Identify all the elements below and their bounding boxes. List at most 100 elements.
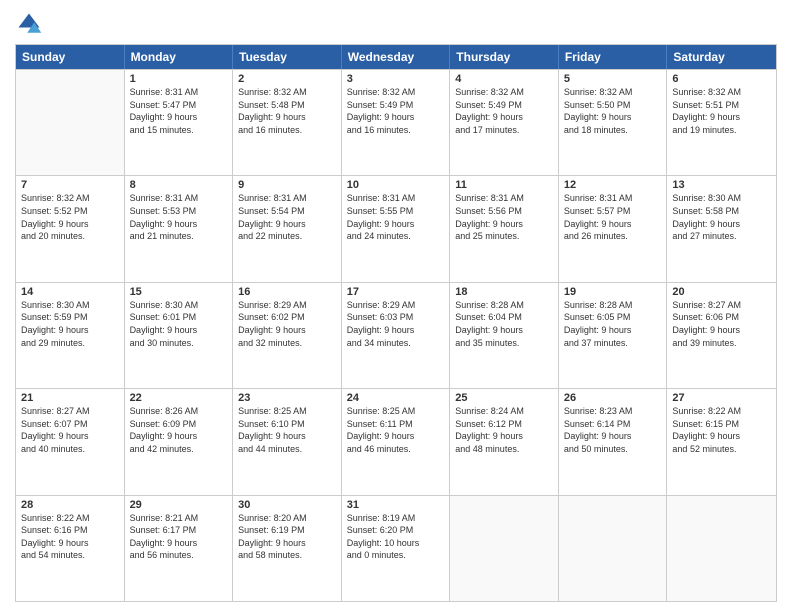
day-number: 8 xyxy=(130,179,228,191)
calendar-cell: 19Sunrise: 8:28 AM Sunset: 6:05 PM Dayli… xyxy=(559,283,668,388)
cell-content: Sunrise: 8:31 AM Sunset: 5:57 PM Dayligh… xyxy=(564,192,662,242)
calendar-week-row: 1Sunrise: 8:31 AM Sunset: 5:47 PM Daylig… xyxy=(16,69,776,175)
cell-content: Sunrise: 8:32 AM Sunset: 5:48 PM Dayligh… xyxy=(238,86,336,136)
day-number: 6 xyxy=(672,73,771,85)
cell-content: Sunrise: 8:29 AM Sunset: 6:02 PM Dayligh… xyxy=(238,299,336,349)
calendar-cell: 7Sunrise: 8:32 AM Sunset: 5:52 PM Daylig… xyxy=(16,176,125,281)
cell-content: Sunrise: 8:31 AM Sunset: 5:54 PM Dayligh… xyxy=(238,192,336,242)
cell-content: Sunrise: 8:31 AM Sunset: 5:47 PM Dayligh… xyxy=(130,86,228,136)
day-number: 15 xyxy=(130,286,228,298)
calendar-cell xyxy=(16,70,125,175)
calendar-header: SundayMondayTuesdayWednesdayThursdayFrid… xyxy=(16,45,776,69)
day-number: 27 xyxy=(672,392,771,404)
cell-content: Sunrise: 8:23 AM Sunset: 6:14 PM Dayligh… xyxy=(564,405,662,455)
calendar-cell: 9Sunrise: 8:31 AM Sunset: 5:54 PM Daylig… xyxy=(233,176,342,281)
cell-content: Sunrise: 8:31 AM Sunset: 5:56 PM Dayligh… xyxy=(455,192,553,242)
cell-content: Sunrise: 8:27 AM Sunset: 6:06 PM Dayligh… xyxy=(672,299,771,349)
day-number: 19 xyxy=(564,286,662,298)
calendar-body: 1Sunrise: 8:31 AM Sunset: 5:47 PM Daylig… xyxy=(16,69,776,601)
day-number: 21 xyxy=(21,392,119,404)
cell-content: Sunrise: 8:20 AM Sunset: 6:19 PM Dayligh… xyxy=(238,512,336,562)
cell-content: Sunrise: 8:29 AM Sunset: 6:03 PM Dayligh… xyxy=(347,299,445,349)
calendar-cell: 12Sunrise: 8:31 AM Sunset: 5:57 PM Dayli… xyxy=(559,176,668,281)
day-number: 16 xyxy=(238,286,336,298)
calendar-cell: 2Sunrise: 8:32 AM Sunset: 5:48 PM Daylig… xyxy=(233,70,342,175)
calendar-cell: 24Sunrise: 8:25 AM Sunset: 6:11 PM Dayli… xyxy=(342,389,451,494)
calendar-cell: 4Sunrise: 8:32 AM Sunset: 5:49 PM Daylig… xyxy=(450,70,559,175)
calendar-week-row: 28Sunrise: 8:22 AM Sunset: 6:16 PM Dayli… xyxy=(16,495,776,601)
cell-content: Sunrise: 8:31 AM Sunset: 5:53 PM Dayligh… xyxy=(130,192,228,242)
day-header: Sunday xyxy=(16,45,125,69)
day-number: 13 xyxy=(672,179,771,191)
calendar-cell: 22Sunrise: 8:26 AM Sunset: 6:09 PM Dayli… xyxy=(125,389,234,494)
cell-content: Sunrise: 8:32 AM Sunset: 5:50 PM Dayligh… xyxy=(564,86,662,136)
cell-content: Sunrise: 8:21 AM Sunset: 6:17 PM Dayligh… xyxy=(130,512,228,562)
day-number: 14 xyxy=(21,286,119,298)
cell-content: Sunrise: 8:30 AM Sunset: 6:01 PM Dayligh… xyxy=(130,299,228,349)
day-number: 18 xyxy=(455,286,553,298)
calendar-cell: 15Sunrise: 8:30 AM Sunset: 6:01 PM Dayli… xyxy=(125,283,234,388)
day-header: Tuesday xyxy=(233,45,342,69)
calendar-cell: 10Sunrise: 8:31 AM Sunset: 5:55 PM Dayli… xyxy=(342,176,451,281)
calendar-cell: 26Sunrise: 8:23 AM Sunset: 6:14 PM Dayli… xyxy=(559,389,668,494)
header xyxy=(15,10,777,38)
day-number: 17 xyxy=(347,286,445,298)
day-number: 3 xyxy=(347,73,445,85)
calendar-cell xyxy=(667,496,776,601)
calendar-cell: 28Sunrise: 8:22 AM Sunset: 6:16 PM Dayli… xyxy=(16,496,125,601)
day-number: 11 xyxy=(455,179,553,191)
cell-content: Sunrise: 8:25 AM Sunset: 6:10 PM Dayligh… xyxy=(238,405,336,455)
cell-content: Sunrise: 8:25 AM Sunset: 6:11 PM Dayligh… xyxy=(347,405,445,455)
cell-content: Sunrise: 8:32 AM Sunset: 5:49 PM Dayligh… xyxy=(455,86,553,136)
day-header: Thursday xyxy=(450,45,559,69)
cell-content: Sunrise: 8:24 AM Sunset: 6:12 PM Dayligh… xyxy=(455,405,553,455)
day-header: Friday xyxy=(559,45,668,69)
day-number: 22 xyxy=(130,392,228,404)
calendar-cell: 21Sunrise: 8:27 AM Sunset: 6:07 PM Dayli… xyxy=(16,389,125,494)
cell-content: Sunrise: 8:22 AM Sunset: 6:16 PM Dayligh… xyxy=(21,512,119,562)
calendar-cell: 29Sunrise: 8:21 AM Sunset: 6:17 PM Dayli… xyxy=(125,496,234,601)
day-number: 9 xyxy=(238,179,336,191)
day-number: 30 xyxy=(238,499,336,511)
day-number: 29 xyxy=(130,499,228,511)
cell-content: Sunrise: 8:27 AM Sunset: 6:07 PM Dayligh… xyxy=(21,405,119,455)
calendar: SundayMondayTuesdayWednesdayThursdayFrid… xyxy=(15,44,777,602)
cell-content: Sunrise: 8:32 AM Sunset: 5:52 PM Dayligh… xyxy=(21,192,119,242)
day-number: 20 xyxy=(672,286,771,298)
cell-content: Sunrise: 8:30 AM Sunset: 5:58 PM Dayligh… xyxy=(672,192,771,242)
logo-icon xyxy=(15,10,43,38)
cell-content: Sunrise: 8:28 AM Sunset: 6:05 PM Dayligh… xyxy=(564,299,662,349)
calendar-week-row: 14Sunrise: 8:30 AM Sunset: 5:59 PM Dayli… xyxy=(16,282,776,388)
calendar-cell xyxy=(559,496,668,601)
day-number: 12 xyxy=(564,179,662,191)
calendar-cell: 14Sunrise: 8:30 AM Sunset: 5:59 PM Dayli… xyxy=(16,283,125,388)
day-number: 28 xyxy=(21,499,119,511)
calendar-cell: 27Sunrise: 8:22 AM Sunset: 6:15 PM Dayli… xyxy=(667,389,776,494)
calendar-cell: 11Sunrise: 8:31 AM Sunset: 5:56 PM Dayli… xyxy=(450,176,559,281)
day-number: 24 xyxy=(347,392,445,404)
day-header: Monday xyxy=(125,45,234,69)
calendar-cell: 31Sunrise: 8:19 AM Sunset: 6:20 PM Dayli… xyxy=(342,496,451,601)
day-header: Saturday xyxy=(667,45,776,69)
calendar-cell: 20Sunrise: 8:27 AM Sunset: 6:06 PM Dayli… xyxy=(667,283,776,388)
cell-content: Sunrise: 8:26 AM Sunset: 6:09 PM Dayligh… xyxy=(130,405,228,455)
day-number: 5 xyxy=(564,73,662,85)
calendar-cell: 5Sunrise: 8:32 AM Sunset: 5:50 PM Daylig… xyxy=(559,70,668,175)
calendar-week-row: 7Sunrise: 8:32 AM Sunset: 5:52 PM Daylig… xyxy=(16,175,776,281)
calendar-cell: 25Sunrise: 8:24 AM Sunset: 6:12 PM Dayli… xyxy=(450,389,559,494)
day-number: 7 xyxy=(21,179,119,191)
day-number: 31 xyxy=(347,499,445,511)
calendar-cell: 16Sunrise: 8:29 AM Sunset: 6:02 PM Dayli… xyxy=(233,283,342,388)
cell-content: Sunrise: 8:19 AM Sunset: 6:20 PM Dayligh… xyxy=(347,512,445,562)
calendar-cell: 3Sunrise: 8:32 AM Sunset: 5:49 PM Daylig… xyxy=(342,70,451,175)
day-header: Wednesday xyxy=(342,45,451,69)
logo xyxy=(15,10,47,38)
day-number: 25 xyxy=(455,392,553,404)
cell-content: Sunrise: 8:32 AM Sunset: 5:49 PM Dayligh… xyxy=(347,86,445,136)
page: SundayMondayTuesdayWednesdayThursdayFrid… xyxy=(0,0,792,612)
calendar-cell: 1Sunrise: 8:31 AM Sunset: 5:47 PM Daylig… xyxy=(125,70,234,175)
calendar-cell: 13Sunrise: 8:30 AM Sunset: 5:58 PM Dayli… xyxy=(667,176,776,281)
calendar-week-row: 21Sunrise: 8:27 AM Sunset: 6:07 PM Dayli… xyxy=(16,388,776,494)
calendar-cell: 18Sunrise: 8:28 AM Sunset: 6:04 PM Dayli… xyxy=(450,283,559,388)
day-number: 23 xyxy=(238,392,336,404)
